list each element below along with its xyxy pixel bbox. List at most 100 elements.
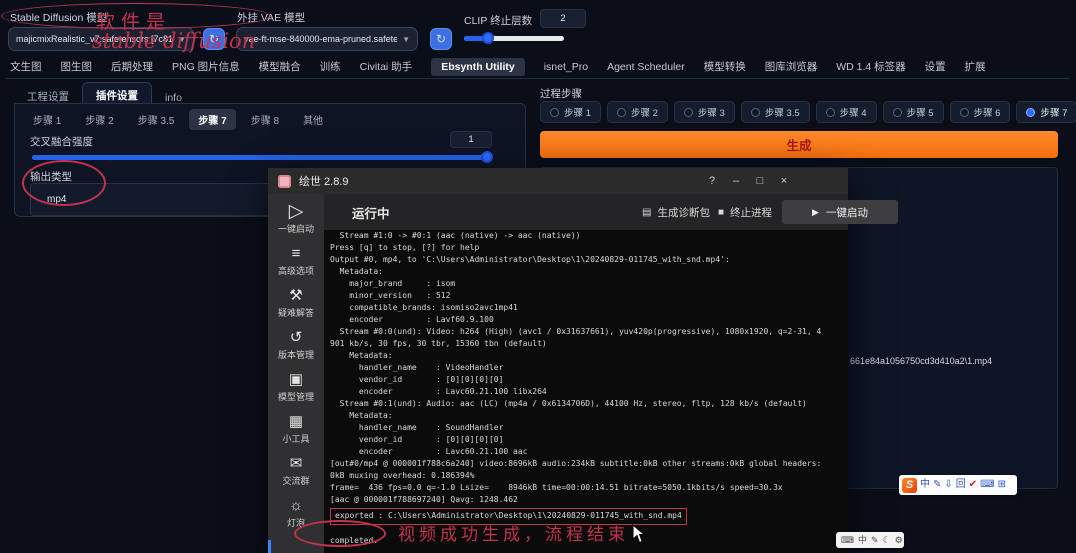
main-tab-8[interactable]: isnet_Pro bbox=[544, 61, 588, 73]
one-click-launch-button[interactable]: ▶ 一键启动 bbox=[782, 200, 898, 224]
step-option-7[interactable]: 步骤 7 bbox=[1016, 101, 1076, 123]
toolbox-icon: ▦ bbox=[288, 412, 304, 430]
toolbox-icon[interactable]: ⊞ bbox=[998, 480, 1006, 490]
step-option-label: 步骤 2 bbox=[630, 108, 658, 119]
settings-icon[interactable]: ⚙ bbox=[895, 535, 903, 545]
main-tab-14[interactable]: 扩展 bbox=[965, 59, 986, 74]
maximize-button[interactable]: □ bbox=[748, 168, 772, 194]
log-line: encoder : Lavc60.21.100 libx264 bbox=[330, 387, 547, 396]
step-option-6[interactable]: 步骤 6 bbox=[949, 101, 1011, 123]
main-tab-6[interactable]: Civitai 助手 bbox=[360, 59, 413, 74]
voice-icon[interactable]: ⇩ bbox=[944, 480, 952, 490]
window-title: 绘世 2.8.9 bbox=[299, 176, 349, 188]
main-tab-9[interactable]: Agent Scheduler bbox=[607, 61, 685, 73]
blend-strength-slider[interactable] bbox=[32, 155, 490, 160]
terminate-button[interactable]: ■ 终止进程 bbox=[718, 194, 772, 230]
log-line: compatible_brands: isomiso2avc1mp41 bbox=[330, 303, 518, 312]
blend-strength-slider-handle[interactable] bbox=[481, 151, 493, 163]
radio-icon bbox=[683, 107, 693, 117]
keyboard-icon[interactable]: ⌨ bbox=[980, 480, 994, 490]
main-tab-bar: 文生图 图生图 后期处理 PNG 图片信息 模型融合 训练 Civitai 助手 Ebsynt… bbox=[6, 55, 1070, 79]
step-tab-1[interactable]: 步骤 2 bbox=[76, 109, 122, 130]
main-tab-12[interactable]: WD 1.4 标签器 bbox=[836, 59, 905, 74]
process-steps-label: 过程步骤 bbox=[540, 88, 582, 100]
step-tab-5[interactable]: 其他 bbox=[294, 109, 332, 130]
log-line: encoder : Lavf60.9.100 bbox=[330, 315, 494, 324]
sidebar-item-5[interactable]: ▦ 小工具 bbox=[268, 408, 324, 450]
clip-skip-slider-handle[interactable] bbox=[482, 32, 494, 44]
main-tab-10[interactable]: 模型转换 bbox=[704, 59, 746, 74]
result-file-name: 661e84a1056750cd3d410a2\1.mp4 bbox=[850, 356, 993, 366]
lang-icon[interactable]: 中 bbox=[858, 535, 867, 545]
step-tab-0[interactable]: 步骤 1 bbox=[24, 109, 70, 130]
main-tab-2[interactable]: 后期处理 bbox=[111, 59, 153, 74]
sd-model-label: Stable Diffusion 模型 bbox=[10, 12, 108, 24]
document-icon: ▤ bbox=[642, 206, 652, 218]
main-tab-0[interactable]: 文生图 bbox=[10, 59, 42, 74]
spellcheck-icon[interactable]: ✔ bbox=[969, 480, 977, 490]
main-tab-13[interactable]: 设置 bbox=[925, 59, 946, 74]
stop-icon: ■ bbox=[718, 206, 725, 218]
main-tab-3[interactable]: PNG 图片信息 bbox=[172, 59, 240, 74]
step-option-0[interactable]: 步骤 1 bbox=[540, 101, 601, 123]
sogou-logo-icon[interactable]: S bbox=[902, 477, 917, 493]
close-button[interactable]: × bbox=[772, 168, 796, 194]
radio-icon bbox=[1026, 107, 1036, 117]
pen-icon[interactable]: ✎ bbox=[871, 535, 879, 545]
step-option-2[interactable]: 步骤 3 bbox=[673, 101, 735, 123]
step-tab-4[interactable]: 步骤 8 bbox=[242, 109, 288, 130]
step-tab-2[interactable]: 步骤 3.5 bbox=[129, 109, 184, 130]
cn-en-toggle-icon[interactable]: 中 bbox=[920, 480, 930, 490]
app-icon bbox=[278, 174, 291, 188]
step-option-label: 步骤 1 bbox=[564, 108, 591, 119]
main-tab-5[interactable]: 训练 bbox=[320, 59, 341, 74]
process-steps-row: 步骤 1步骤 2步骤 3步骤 3.5步骤 4步骤 5步骤 6步骤 7步骤 8 bbox=[540, 101, 1076, 123]
vae-value: vae-ft-mse-840000-ema-pruned.safetensors bbox=[244, 34, 398, 44]
sidebar-item-7[interactable]: ☼ 灯泡 bbox=[268, 492, 324, 534]
sidebar-item-4[interactable]: ▣ 模型管理 bbox=[268, 366, 324, 408]
log-line: Output #0, mp4, to 'C:\Users\Administrat… bbox=[330, 255, 730, 264]
log-line: minor_version : 512 bbox=[330, 291, 451, 300]
log-line: Stream #0:1(und): Audio: aac (LC) (mp4a … bbox=[330, 399, 807, 408]
window-titlebar[interactable]: 绘世 2.8.9 ? – □ × bbox=[268, 168, 848, 194]
step-option-3[interactable]: 步骤 3.5 bbox=[740, 101, 810, 123]
sidebar-item-0[interactable]: ▷ 一键启动 bbox=[268, 198, 324, 240]
main-tab-1[interactable]: 图生图 bbox=[61, 59, 93, 74]
log-line: vendor_id : [0][0][0][0] bbox=[330, 375, 504, 384]
radio-icon bbox=[959, 107, 969, 117]
help-button[interactable]: ? bbox=[700, 168, 724, 194]
main-tab-7[interactable]: Ebsynth Utility bbox=[431, 57, 525, 76]
log-line: handler_name : SoundHandler bbox=[330, 423, 504, 432]
clip-skip-value[interactable]: 2 bbox=[540, 9, 586, 28]
log-line: [aac @ 000001f788697240] Qavg: 1248.462 bbox=[330, 495, 518, 504]
minimize-button[interactable]: – bbox=[724, 168, 748, 194]
refresh-vae-button[interactable]: ↻ bbox=[430, 28, 452, 50]
sidebar-item-2[interactable]: ⚒ 疑难解答 bbox=[268, 282, 324, 324]
step-option-label: 步骤 5 bbox=[906, 108, 934, 119]
sidebar-item-1[interactable]: ≡ 高级选项 bbox=[268, 240, 324, 282]
step-option-1[interactable]: 步骤 2 bbox=[606, 101, 668, 123]
chat-icon: ✉ bbox=[289, 454, 303, 472]
main-tab-11[interactable]: 图库浏览器 bbox=[765, 59, 818, 74]
sd-model-dropdown[interactable]: majicmixRealistic_v7.safetensors [7c819b… bbox=[8, 27, 194, 51]
night-mode-icon[interactable]: ☾ bbox=[883, 535, 891, 545]
main-tab-4[interactable]: 模型融合 bbox=[259, 59, 301, 74]
ime-mini-bar[interactable]: ⌨ 中 ✎ ☾ ⚙ bbox=[836, 532, 904, 548]
sidebar-item-6[interactable]: ✉ 交流群 bbox=[268, 450, 324, 492]
sidebar-item-3[interactable]: ↺ 版本管理 bbox=[268, 324, 324, 366]
diagnostic-label: 生成诊断包 bbox=[657, 206, 710, 219]
step-tab-3[interactable]: 步骤 7 bbox=[189, 109, 236, 130]
keyboard-icon[interactable]: ⌨ bbox=[841, 535, 854, 545]
handwriting-icon[interactable]: ✎ bbox=[933, 480, 941, 490]
log-line: Stream #1:0 -> #0:1 (aac (native) -> aac… bbox=[330, 231, 581, 240]
generate-button[interactable]: 生成 bbox=[540, 131, 1058, 158]
clipboard-icon[interactable]: 回 bbox=[956, 480, 966, 490]
ime-toolbar[interactable]: S 中 ✎ ⇩ 回 ✔ ⌨ ⊞ bbox=[899, 475, 1017, 495]
step-option-5[interactable]: 步骤 5 bbox=[882, 101, 944, 123]
console-output[interactable]: Stream #1:0 -> #0:1 (aac (native) -> aac… bbox=[330, 230, 844, 553]
vae-dropdown[interactable]: vae-ft-mse-840000-ema-pruned.safetensors… bbox=[236, 27, 418, 51]
diagnostic-button[interactable]: ▤ 生成诊断包 bbox=[642, 194, 710, 230]
refresh-model-button[interactable]: ↻ bbox=[203, 28, 225, 50]
step-option-4[interactable]: 步骤 4 bbox=[815, 101, 877, 123]
blend-strength-value[interactable]: 1 bbox=[450, 131, 492, 148]
